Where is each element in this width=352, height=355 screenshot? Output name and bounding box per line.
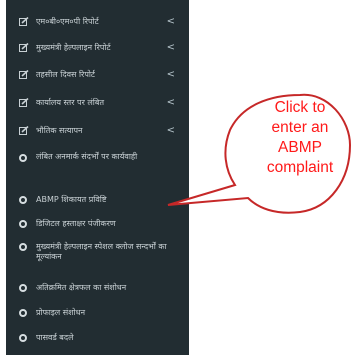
chevron-left-icon: < — [166, 125, 175, 136]
chevron-left-icon: < — [166, 42, 175, 53]
circle-icon — [19, 220, 27, 228]
chevron-left-icon: < — [166, 16, 175, 27]
sidebar-item-label: लंबित अनमार्क संदर्भों पर कार्यवाही — [36, 152, 138, 161]
sidebar-item-label: प्रोफाइल संशोधन — [36, 308, 86, 317]
callout-line: Click to — [274, 99, 326, 116]
edit-icon — [19, 126, 29, 135]
circle-icon — [19, 309, 27, 317]
chevron-left-icon: < — [166, 69, 175, 80]
sidebar-item-label: तहसील दिवस रिपोर्ट — [36, 70, 95, 79]
callout-line: complaint — [266, 159, 334, 176]
sidebar-menu: एम०बी०एम०पी रिपोर्ट < मुख्यमंत्री हेल्पल… — [6, 0, 189, 355]
sidebar-item-label: एम०बी०एम०पी रिपोर्ट — [36, 17, 99, 26]
circle-icon — [19, 243, 27, 251]
sidebar-item-label: मुख्यमंत्री हेल्पलाइन रिपोर्ट — [36, 43, 111, 52]
circle-icon — [19, 334, 27, 342]
edit-icon — [19, 70, 29, 79]
sidebar-item-label: ABMP शिकायत प्रविष्टि — [36, 195, 107, 204]
edit-icon — [19, 98, 29, 107]
sidebar-item-label: पासवर्ड बदले — [36, 333, 74, 342]
edit-icon — [19, 17, 29, 26]
callout-text: Click to enter an ABMP complaint — [250, 98, 350, 178]
callout-line: enter an — [271, 119, 329, 136]
sidebar-item-label: मुख्यमंत्री हेल्पलाइन स्पेशल क्लोज सन्दर… — [36, 242, 167, 261]
chevron-left-icon: < — [166, 97, 175, 108]
circle-icon — [19, 154, 27, 162]
circle-icon — [19, 284, 27, 292]
sidebar-item-label: अतिक्रमित क्षेत्रफल का संशोधन — [36, 283, 127, 292]
sidebar-item-label: डिजिटल हस्ताक्षर पंजीकरण — [36, 219, 116, 228]
callout-line: ABMP — [278, 139, 322, 156]
circle-icon — [19, 196, 27, 204]
sidebar-item-label: भौतिक सत्यापन — [36, 126, 83, 135]
edit-icon — [19, 43, 29, 52]
sidebar-item-label: कार्यालय स्तर पर लंबित — [36, 98, 105, 107]
